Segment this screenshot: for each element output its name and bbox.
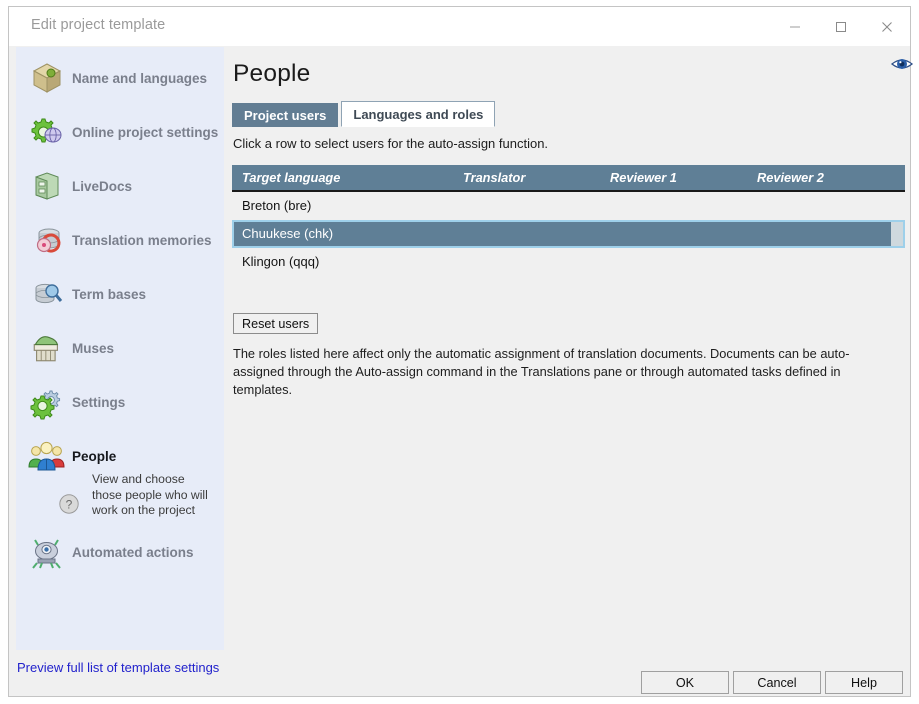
instruction-text: Click a row to select users for the auto… [233, 136, 548, 151]
gears-icon [24, 380, 70, 424]
main-content: People Project users Languages and roles… [224, 47, 910, 696]
preview-template-settings-link[interactable]: Preview full list of template settings [17, 660, 219, 675]
help-button[interactable]: Help [825, 671, 903, 694]
database-disc-icon [24, 218, 70, 262]
cell-target-language: Klingon (qqq) [242, 254, 319, 269]
eye-icon[interactable] [890, 54, 914, 74]
column-header-translator[interactable]: Translator [463, 170, 525, 185]
sidebar-item-label: Name and languages [72, 71, 207, 86]
sidebar-item-label: People [72, 449, 116, 464]
languages-roles-table: Target language Translator Reviewer 1 Re… [232, 165, 905, 276]
sidebar-item-label: Translation memories [72, 233, 212, 248]
window-controls [772, 7, 910, 46]
cell-target-language: Chuukese (chk) [242, 226, 333, 241]
database-magnifier-icon [24, 272, 70, 316]
sidebar-item-label: Automated actions [72, 545, 194, 560]
sidebar-item-label: Muses [72, 341, 114, 356]
sidebar-item-automated-actions[interactable]: Automated actions [16, 525, 224, 579]
ok-button[interactable]: OK [641, 671, 729, 694]
settings-sidebar: Name and languages Online project settin… [16, 47, 224, 650]
close-button[interactable] [864, 7, 910, 46]
reset-users-button[interactable]: Reset users [233, 313, 318, 334]
sidebar-item-translation-memories[interactable]: Translation memories [16, 213, 224, 267]
column-capital-icon [24, 326, 70, 370]
sidebar-item-livedocs[interactable]: LiveDocs [16, 159, 224, 213]
edit-project-template-window: Edit project template [8, 6, 911, 697]
sidebar-item-muses[interactable]: Muses [16, 321, 224, 375]
tab-strip: Project users Languages and roles [232, 101, 495, 127]
column-header-target-language[interactable]: Target language [242, 170, 340, 185]
cell-target-language: Breton (bre) [242, 198, 311, 213]
package-box-icon [24, 56, 70, 100]
maximize-button[interactable] [818, 7, 864, 46]
sidebar-item-settings[interactable]: Settings [16, 375, 224, 429]
table-row[interactable]: Klingon (qqq) [232, 248, 905, 276]
tab-languages-and-roles[interactable]: Languages and roles [341, 101, 495, 127]
sidebar-item-label: Term bases [72, 287, 146, 302]
roles-note-text: The roles listed here affect only the au… [233, 345, 873, 399]
column-header-reviewer-1[interactable]: Reviewer 1 [610, 170, 677, 185]
sidebar-item-label: Settings [72, 395, 125, 410]
window-title: Edit project template [31, 17, 165, 33]
table-row[interactable]: Chuukese (chk) [232, 220, 905, 248]
question-mark-icon[interactable]: ? [58, 493, 82, 520]
robot-icon [24, 530, 70, 574]
tab-project-users[interactable]: Project users [232, 103, 338, 127]
table-row[interactable]: Breton (bre) [232, 192, 905, 220]
sidebar-item-label: LiveDocs [72, 179, 132, 194]
people-description: ? View and choose those people who will … [16, 472, 224, 520]
sidebar-item-label: Online project settings [72, 125, 218, 140]
svg-text:?: ? [66, 498, 73, 512]
column-header-reviewer-2[interactable]: Reviewer 2 [757, 170, 824, 185]
title-bar: Edit project template [9, 7, 910, 46]
sidebar-item-name-and-languages[interactable]: Name and languages [16, 51, 224, 105]
minimize-button[interactable] [772, 7, 818, 46]
gear-globe-icon [24, 110, 70, 154]
table-header-row: Target language Translator Reviewer 1 Re… [232, 165, 905, 192]
cancel-button[interactable]: Cancel [733, 671, 821, 694]
page-title: People [233, 60, 311, 88]
filing-cabinet-icon [24, 164, 70, 208]
sidebar-item-term-bases[interactable]: Term bases [16, 267, 224, 321]
sidebar-item-online-project-settings[interactable]: Online project settings [16, 105, 224, 159]
people-description-text: View and choose those people who will wo… [92, 472, 210, 519]
